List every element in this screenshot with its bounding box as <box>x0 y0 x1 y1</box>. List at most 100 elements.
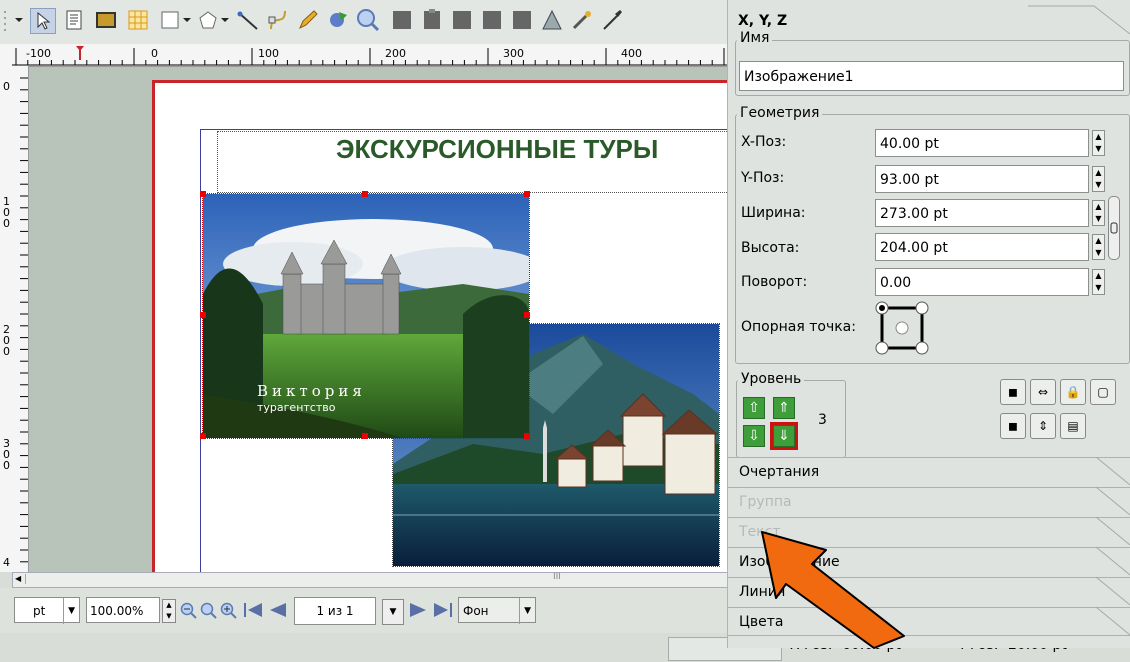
document-canvas[interactable]: ЭКСКУРСИОННЫЕ ТУРЫ Виктория турагентство <box>29 67 727 572</box>
level-group-title: Уровень <box>738 371 805 387</box>
zoom-value: 100.00% <box>90 604 144 618</box>
x-position-label: X-Поз: <box>741 134 787 150</box>
selection-handle[interactable] <box>362 191 368 197</box>
section-label: Очертания <box>739 464 820 480</box>
measure-icon[interactable] <box>510 8 534 32</box>
x-position-spinner[interactable]: ▲ ▼ <box>1092 130 1105 156</box>
next-page-icon[interactable] <box>408 601 430 623</box>
chevron-down-icon[interactable] <box>180 8 194 32</box>
toolbar-grip <box>0 8 10 32</box>
pipette-icon[interactable] <box>600 8 624 32</box>
zoom-spinner[interactable]: ▲ ▼ <box>162 599 176 623</box>
selection-handle[interactable] <box>524 312 530 318</box>
print-icon[interactable]: ▤ <box>1060 413 1086 439</box>
height-label: Высота: <box>741 240 800 256</box>
bezier-icon[interactable] <box>266 8 290 32</box>
chevron-down-icon[interactable]: ▼ <box>63 598 75 624</box>
chevron-down-icon[interactable]: ▼ <box>382 599 404 625</box>
zoom-100-icon[interactable] <box>200 602 218 624</box>
tab-edge <box>1028 5 1130 35</box>
selection-handle[interactable] <box>524 191 530 197</box>
logo-name: Виктория <box>257 382 366 400</box>
zoom-out-icon[interactable] <box>180 602 198 624</box>
pencil-icon[interactable] <box>296 8 320 32</box>
title-text: ЭКСКУРСИОННЫЕ ТУРЫ <box>336 134 659 164</box>
eyedropper-icon[interactable] <box>570 8 594 32</box>
width-label: Ширина: <box>741 205 806 221</box>
table-icon[interactable] <box>126 8 150 32</box>
page-input[interactable]: 1 из 1 <box>294 597 376 625</box>
y-position-spinner[interactable]: ▲ ▼ <box>1092 166 1105 192</box>
height-spinner[interactable]: ▲ ▼ <box>1092 234 1105 260</box>
logo-subtitle: турагентство <box>257 401 336 414</box>
chevron-down-icon[interactable] <box>12 8 26 32</box>
lower-to-bottom-icon[interactable]: ⇓ <box>770 422 798 450</box>
castle-image-frame[interactable]: Виктория турагентство <box>202 193 530 439</box>
previous-page-icon[interactable] <box>266 601 288 623</box>
geometry-group-title: Геометрия <box>737 105 823 121</box>
flip-horizontal-icon[interactable]: ⇔ <box>1030 379 1056 405</box>
y-position-label: Y-Поз: <box>741 170 785 186</box>
x-position-input[interactable]: 40.00 pt <box>875 129 1089 157</box>
width-input[interactable]: 273.00 pt <box>875 199 1089 227</box>
flip-icon[interactable]: ◼ <box>1000 379 1026 405</box>
scroll-left-icon[interactable]: ◀ <box>15 574 26 584</box>
rotate-icon[interactable] <box>326 8 350 32</box>
chevron-down-icon[interactable] <box>218 8 232 32</box>
rotation-label: Поворот: <box>741 274 808 290</box>
rotation-spinner[interactable]: ▲ ▼ <box>1092 269 1105 295</box>
selection-handle[interactable] <box>200 312 206 318</box>
title-text-frame[interactable]: ЭКСКУРСИОННЫЕ ТУРЫ <box>217 131 727 193</box>
layer-select[interactable]: Фон ▼ <box>458 597 536 624</box>
selection-handle[interactable] <box>200 191 206 197</box>
text-frame-icon[interactable] <box>62 8 86 32</box>
copy-properties-icon[interactable] <box>540 8 564 32</box>
select-tool-icon[interactable] <box>30 8 56 34</box>
unit-select[interactable]: pt ▼ <box>14 597 80 624</box>
anchor-point-selector[interactable] <box>874 298 932 358</box>
no-print-icon[interactable]: ◼ <box>1000 413 1026 439</box>
frame-size-icon[interactable]: ▢ <box>1090 379 1116 405</box>
rotation-input[interactable]: 0.00 <box>875 268 1089 296</box>
selection-handle[interactable] <box>362 433 368 439</box>
zoom-input[interactable]: 100.00% <box>86 597 160 623</box>
raise-to-top-icon[interactable]: ⇑ <box>773 397 795 419</box>
ruler-corner[interactable] <box>0 44 12 67</box>
toolbar <box>0 0 727 44</box>
page-value: 1 из 1 <box>316 604 354 618</box>
selection-handle[interactable] <box>524 433 530 439</box>
y-position-input[interactable]: 93.00 pt <box>875 165 1089 193</box>
level-value: 3 <box>818 412 827 428</box>
edit-text-icon[interactable] <box>420 8 444 32</box>
lock-icon[interactable]: 🔒 <box>1060 379 1086 405</box>
last-page-icon[interactable] <box>432 601 454 623</box>
xyz-tab[interactable]: X, Y, Z <box>738 13 787 29</box>
name-group-title: Имя <box>737 30 773 46</box>
width-spinner[interactable]: ▲ ▼ <box>1092 200 1105 226</box>
zoom-in-icon[interactable] <box>220 602 238 624</box>
polygon-icon[interactable] <box>196 8 220 32</box>
horizontal-scrollbar[interactable]: ◀ III <box>12 572 729 588</box>
selection-handle[interactable] <box>200 433 206 439</box>
bottom-toolbar: pt ▼ 100.00% ▲ ▼ 1 из 1 ▼ Фон ▼ <box>0 588 727 633</box>
height-input[interactable]: 204.00 pt <box>875 233 1089 261</box>
castle-image <box>203 194 529 438</box>
name-input[interactable]: Изображение1 <box>739 61 1124 91</box>
keep-ratio-chain-icon[interactable] <box>1108 196 1120 260</box>
raise-icon[interactable]: ⇧ <box>743 397 765 419</box>
unlink-frames-icon[interactable] <box>480 8 504 32</box>
anchor-point-label: Опорная точка: <box>741 319 856 335</box>
image-frame-icon[interactable] <box>94 8 118 32</box>
lower-icon[interactable]: ⇩ <box>743 425 765 447</box>
section-label: Группа <box>739 494 792 510</box>
first-page-icon[interactable] <box>242 601 264 623</box>
shape-icon[interactable] <box>158 8 182 32</box>
link-frames-icon[interactable] <box>450 8 474 32</box>
zoom-icon[interactable] <box>356 8 380 32</box>
line-icon[interactable] <box>236 8 260 32</box>
scroll-grip[interactable]: III <box>553 572 561 582</box>
edit-contents-icon[interactable] <box>390 8 414 32</box>
flip-vertical-icon[interactable]: ⇕ <box>1030 413 1056 439</box>
chevron-down-icon[interactable]: ▼ <box>519 598 531 624</box>
layer-value: Фон <box>463 604 489 618</box>
